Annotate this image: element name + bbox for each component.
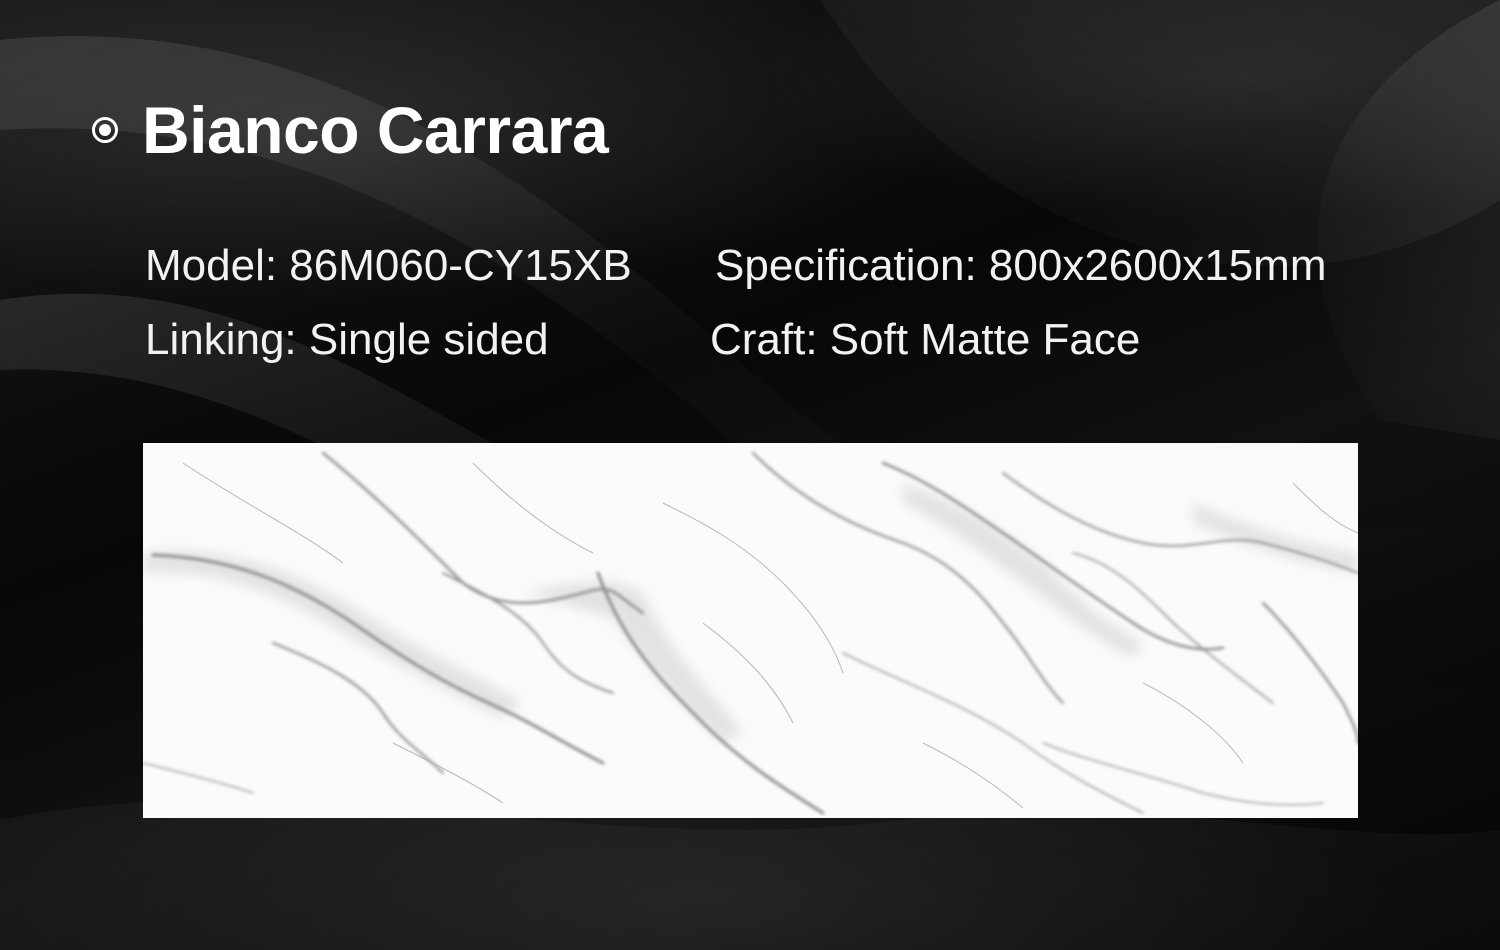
product-title: Bianco Carrara [142, 93, 609, 167]
product-page: Bianco Carrara Model: 86M060-CY15XB Spec… [0, 0, 1500, 950]
specification-spec: Specification: 800x2600x15mm [715, 241, 1327, 290]
radio-bullet-icon [92, 117, 118, 143]
bullet-dot [99, 124, 111, 136]
model-spec: Model: 86M060-CY15XB [145, 241, 632, 290]
linking-spec: Linking: Single sided [145, 315, 549, 364]
craft-spec: Craft: Soft Matte Face [710, 315, 1141, 364]
marble-slab-image [143, 443, 1358, 818]
title-row: Bianco Carrara [92, 92, 609, 168]
marble-veins [143, 451, 1358, 815]
